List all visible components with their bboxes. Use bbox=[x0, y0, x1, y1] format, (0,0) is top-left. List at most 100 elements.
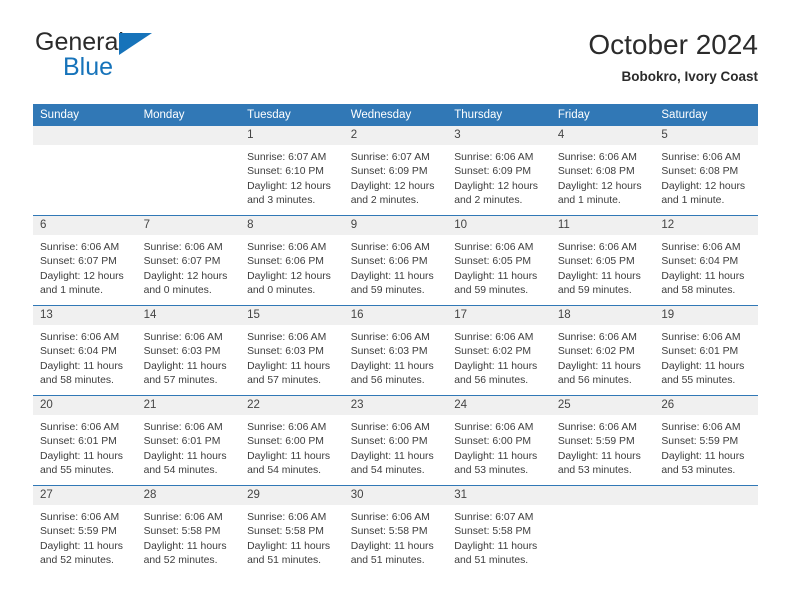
calendar-day-cell[interactable]: 13 Sunrise: 6:06 AM Sunset: 6:04 PM Dayligh… bbox=[33, 305, 137, 396]
sunset-text: Sunset: 5:59 PM bbox=[557, 436, 635, 448]
sunrise-text: Sunrise: 6:06 AM bbox=[143, 422, 223, 433]
weekday-header-tuesday: Tuesday bbox=[240, 104, 344, 126]
sunset-text: Sunset: 5:58 PM bbox=[350, 526, 428, 538]
calendar-day-cell[interactable]: 5 Sunrise: 6:06 AM Sunset: 6:08 PM Daylight… bbox=[654, 126, 758, 216]
sunset-text: Sunset: 6:05 PM bbox=[454, 256, 532, 268]
calendar-day-cell[interactable]: 17 Sunrise: 6:06 AM Sunset: 6:02 PM Dayligh… bbox=[447, 305, 551, 396]
daylight-text-line2: and 0 minutes. bbox=[247, 285, 316, 297]
daylight-text-line2: and 51 minutes. bbox=[454, 555, 529, 567]
daylight-text-line1: Daylight: 11 hours bbox=[143, 540, 227, 552]
calendar-day-cell[interactable]: 1 Sunrise: 6:07 AM Sunset: 6:10 PM Daylight… bbox=[240, 126, 344, 216]
day-number: 25 bbox=[550, 396, 655, 415]
calendar-day-cell[interactable]: 10 Sunrise: 6:06 AM Sunset: 6:05 PM Dayligh… bbox=[447, 215, 551, 306]
calendar-day-cell[interactable]: 30 Sunrise: 6:06 AM Sunset: 5:58 PM Dayligh… bbox=[343, 485, 448, 575]
calendar-day-cell[interactable]: 26 Sunrise: 6:06 AM Sunset: 5:59 PM Dayligh… bbox=[654, 395, 758, 486]
day-number: 23 bbox=[343, 396, 448, 415]
calendar-day-cell[interactable]: 12 Sunrise: 6:06 AM Sunset: 6:04 PM Dayligh… bbox=[654, 215, 758, 306]
calendar-day-cell[interactable]: 24 Sunrise: 6:06 AM Sunset: 6:00 PM Dayligh… bbox=[447, 395, 551, 486]
calendar-day-cell[interactable]: 6 Sunrise: 6:06 AM Sunset: 6:07 PM Daylight… bbox=[33, 215, 137, 306]
sunrise-text: Sunrise: 6:06 AM bbox=[661, 332, 741, 343]
calendar-day-cell[interactable]: 9 Sunrise: 6:06 AM Sunset: 6:06 PM Daylight… bbox=[343, 215, 448, 306]
daylight-text-line2: and 57 minutes. bbox=[143, 375, 218, 387]
calendar-day-cell[interactable]: 11 Sunrise: 6:06 AM Sunset: 6:05 PM Dayligh… bbox=[550, 215, 655, 306]
calendar-day-cell[interactable]: 18 Sunrise: 6:06 AM Sunset: 6:02 PM Dayligh… bbox=[550, 305, 655, 396]
daylight-text-line1: Daylight: 11 hours bbox=[350, 540, 434, 552]
daylight-text-line1: Daylight: 11 hours bbox=[247, 450, 331, 462]
day-sun-info: Sunrise: 6:06 AM Sunset: 6:01 PM Daylight:… bbox=[654, 325, 758, 389]
day-sun-info: Sunrise: 6:06 AM Sunset: 6:04 PM Daylight:… bbox=[33, 325, 137, 389]
calendar-day-cell[interactable]: 3 Sunrise: 6:06 AM Sunset: 6:09 PM Daylight… bbox=[447, 126, 551, 216]
sunrise-text: Sunrise: 6:06 AM bbox=[350, 512, 430, 523]
daylight-text-line1: Daylight: 11 hours bbox=[40, 360, 123, 372]
daylight-text-line2: and 3 minutes. bbox=[247, 195, 316, 207]
calendar-day-cell[interactable]: 7 Sunrise: 6:06 AM Sunset: 6:07 PM Daylight… bbox=[136, 215, 241, 306]
weekday-header-sunday: Sunday bbox=[33, 104, 137, 126]
day-number: 16 bbox=[343, 306, 448, 325]
day-number: 12 bbox=[654, 216, 758, 235]
weekday-header-friday: Friday bbox=[550, 104, 655, 126]
day-number: 1 bbox=[240, 126, 344, 145]
daylight-text-line2: and 58 minutes. bbox=[661, 285, 736, 297]
day-number: 31 bbox=[447, 486, 551, 505]
day-sun-info: Sunrise: 6:06 AM Sunset: 5:59 PM Daylight:… bbox=[654, 415, 758, 479]
calendar-day-cell[interactable]: 15 Sunrise: 6:06 AM Sunset: 6:03 PM Dayligh… bbox=[240, 305, 344, 396]
sunset-text: Sunset: 6:00 PM bbox=[454, 436, 532, 448]
sunset-text: Sunset: 5:58 PM bbox=[247, 526, 324, 538]
day-number: 3 bbox=[447, 126, 551, 145]
calendar-week-row: 20 Sunrise: 6:06 AM Sunset: 6:01 PM Dayligh… bbox=[33, 395, 758, 486]
day-sun-info: Sunrise: 6:06 AM Sunset: 6:06 PM Daylight:… bbox=[240, 235, 344, 299]
calendar-day-cell[interactable]: 29 Sunrise: 6:06 AM Sunset: 5:58 PM Dayligh… bbox=[240, 485, 344, 575]
calendar-day-cell[interactable]: 27 Sunrise: 6:06 AM Sunset: 5:59 PM Dayligh… bbox=[33, 485, 137, 575]
sunrise-text: Sunrise: 6:06 AM bbox=[661, 422, 741, 433]
calendar-day-cell[interactable]: 20 Sunrise: 6:06 AM Sunset: 6:01 PM Dayligh… bbox=[33, 395, 137, 486]
general-blue-logo[interactable]: General Blue bbox=[33, 28, 293, 92]
calendar-page: General Blue October 2024 Bobokro, Ivory… bbox=[0, 0, 792, 612]
calendar-day-cell[interactable]: 14 Sunrise: 6:06 AM Sunset: 6:03 PM Dayligh… bbox=[136, 305, 241, 396]
day-number: 8 bbox=[240, 216, 344, 235]
daylight-text-line1: Daylight: 11 hours bbox=[661, 360, 745, 372]
daylight-text-line1: Daylight: 11 hours bbox=[40, 540, 123, 552]
daylight-text-line1: Daylight: 12 hours bbox=[661, 180, 746, 192]
sunrise-text: Sunrise: 6:06 AM bbox=[557, 152, 637, 163]
calendar-day-cell[interactable]: 8 Sunrise: 6:06 AM Sunset: 6:06 PM Daylight… bbox=[240, 215, 344, 306]
daylight-text-line2: and 54 minutes. bbox=[247, 465, 322, 477]
calendar-day-cell[interactable]: 22 Sunrise: 6:06 AM Sunset: 6:00 PM Dayligh… bbox=[240, 395, 344, 486]
daylight-text-line1: Daylight: 12 hours bbox=[247, 180, 331, 192]
day-sun-info: Sunrise: 6:06 AM Sunset: 5:58 PM Daylight:… bbox=[344, 505, 448, 569]
calendar-day-cell[interactable]: 23 Sunrise: 6:06 AM Sunset: 6:00 PM Dayligh… bbox=[343, 395, 448, 486]
calendar-day-cell[interactable]: 28 Sunrise: 6:06 AM Sunset: 5:58 PM Dayligh… bbox=[136, 485, 241, 575]
sunset-text: Sunset: 5:59 PM bbox=[40, 526, 117, 538]
day-number: 28 bbox=[136, 486, 241, 505]
sunrise-text: Sunrise: 6:06 AM bbox=[247, 242, 327, 253]
calendar-day-cell[interactable]: 19 Sunrise: 6:06 AM Sunset: 6:01 PM Dayligh… bbox=[654, 305, 758, 396]
daylight-text-line2: and 51 minutes. bbox=[350, 555, 425, 567]
calendar-week-row: 13 Sunrise: 6:06 AM Sunset: 6:04 PM Dayligh… bbox=[33, 305, 758, 396]
sunrise-text: Sunrise: 6:06 AM bbox=[557, 242, 637, 253]
daylight-text-line2: and 53 minutes. bbox=[557, 465, 632, 477]
sunset-text: Sunset: 6:03 PM bbox=[247, 346, 324, 358]
calendar-day-cell[interactable]: 25 Sunrise: 6:06 AM Sunset: 5:59 PM Dayligh… bbox=[550, 395, 655, 486]
calendar-day-cell[interactable]: 4 Sunrise: 6:06 AM Sunset: 6:08 PM Daylight… bbox=[550, 126, 655, 216]
calendar-day-cell[interactable]: 16 Sunrise: 6:06 AM Sunset: 6:03 PM Dayligh… bbox=[343, 305, 448, 396]
day-sun-info: Sunrise: 6:06 AM Sunset: 6:03 PM Daylight:… bbox=[240, 325, 344, 389]
sunset-text: Sunset: 6:02 PM bbox=[454, 346, 532, 358]
calendar-day-cell[interactable]: 2 Sunrise: 6:07 AM Sunset: 6:09 PM Daylight… bbox=[343, 126, 448, 216]
weekday-header-row: Sunday Monday Tuesday Wednesday Thursday… bbox=[33, 104, 758, 126]
logo-triangle-icon bbox=[119, 33, 152, 55]
sunrise-text: Sunrise: 6:06 AM bbox=[143, 512, 223, 523]
page-subtitle: Bobokro, Ivory Coast bbox=[621, 69, 758, 84]
sunrise-sunset-calendar: Sunday Monday Tuesday Wednesday Thursday… bbox=[33, 104, 758, 575]
calendar-day-cell[interactable]: 31 Sunrise: 6:07 AM Sunset: 5:58 PM Dayligh… bbox=[447, 485, 551, 575]
weekday-header-thursday: Thursday bbox=[447, 104, 551, 126]
daylight-text-line2: and 56 minutes. bbox=[350, 375, 425, 387]
daylight-text-line2: and 2 minutes. bbox=[350, 195, 419, 207]
sunrise-text: Sunrise: 6:06 AM bbox=[350, 422, 430, 433]
calendar-day-cell-empty bbox=[654, 485, 758, 575]
calendar-day-cell[interactable]: 21 Sunrise: 6:06 AM Sunset: 6:01 PM Dayligh… bbox=[136, 395, 241, 486]
daylight-text-line1: Daylight: 11 hours bbox=[454, 450, 538, 462]
sunrise-text: Sunrise: 6:06 AM bbox=[247, 512, 327, 523]
daylight-text-line2: and 55 minutes. bbox=[40, 465, 114, 477]
day-sun-info: Sunrise: 6:06 AM Sunset: 6:00 PM Daylight:… bbox=[344, 415, 448, 479]
day-number: 15 bbox=[240, 306, 344, 325]
weekday-header-monday: Monday bbox=[136, 104, 241, 126]
